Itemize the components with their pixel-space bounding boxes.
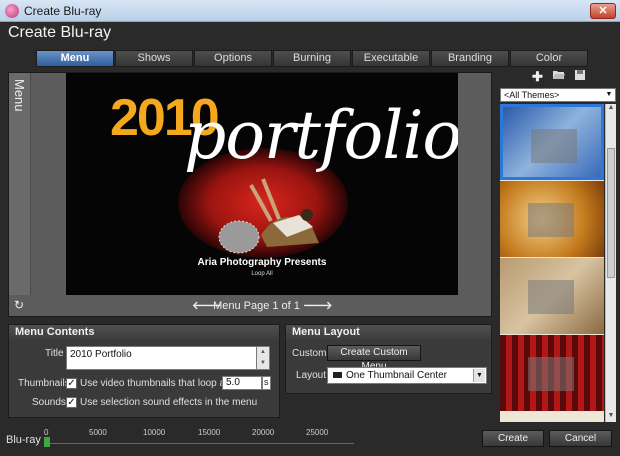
theme-thumb-placeholder xyxy=(528,203,574,237)
theme-thumb-placeholder xyxy=(528,357,574,391)
chevron-down-icon[interactable]: ▼ xyxy=(604,90,614,100)
menu-page-label: Menu Page 1 of 1 xyxy=(213,300,300,312)
layout-select[interactable]: One Thumbnail Center ▼ xyxy=(327,367,487,384)
prev-page-icon[interactable]: 🡐 xyxy=(192,298,222,312)
menu-title-script: portfolio xyxy=(184,97,458,174)
menu-side-label-text: Menu xyxy=(12,79,27,112)
close-button[interactable]: ✕ xyxy=(590,3,616,19)
tab-branding[interactable]: Branding xyxy=(431,50,509,67)
loop-seconds-input[interactable]: 5.0 xyxy=(222,376,262,390)
thumbnails-label: Thumbnails xyxy=(18,378,70,389)
tab-executable[interactable]: Executable xyxy=(352,50,430,67)
theme-item[interactable] xyxy=(500,104,604,180)
disc-type-label: Blu-ray xyxy=(6,434,41,446)
layout-thumb-icon xyxy=(333,372,342,378)
layout-select-value: One Thumbnail Center xyxy=(346,370,447,381)
title-input[interactable]: 2010 Portfolio xyxy=(66,346,270,370)
tab-options[interactable]: Options xyxy=(194,50,272,67)
menu-contents-heading: Menu Contents xyxy=(9,325,279,340)
ruler-tick: 0 xyxy=(44,428,49,437)
disc-usage-ruler: 0 5000 10000 15000 20000 25000 xyxy=(44,426,354,452)
menu-layout-section: Menu Layout Custom Create Custom Menu La… xyxy=(285,324,492,394)
tab-shows[interactable]: Shows xyxy=(115,50,193,67)
menu-subtitle: Aria Photography Presents xyxy=(197,257,327,268)
ruler-line xyxy=(44,443,354,444)
menu-contents-section: Menu Contents Title 2010 Portfolio ▲ ▼ Th… xyxy=(8,324,280,418)
menu-side-label: Menu xyxy=(9,73,31,295)
menu-canvas[interactable]: 2010 portfolio Aria Photography Presents… xyxy=(66,73,458,295)
scroll-thumb[interactable] xyxy=(607,148,615,278)
preview-footer: ↻ 🡐 Menu Page 1 of 1 🡒 xyxy=(9,295,491,316)
save-icon[interactable] xyxy=(574,69,586,84)
refresh-icon[interactable]: ↻ xyxy=(14,298,28,312)
menu-loop-all[interactable]: Loop All xyxy=(66,271,458,277)
cancel-button[interactable]: Cancel xyxy=(549,430,612,447)
scroll-down-icon[interactable]: ▼ xyxy=(606,412,616,422)
app-icon xyxy=(5,4,19,18)
thumbnails-text: Use video thumbnails that loop after xyxy=(80,378,240,389)
title-label: Title xyxy=(45,348,64,359)
chevron-down-icon[interactable]: ▼ xyxy=(473,369,485,382)
ruler-tick: 25000 xyxy=(306,428,329,437)
seconds-unit: s xyxy=(262,376,271,390)
theme-scrollbar[interactable]: ▲ ▼ xyxy=(605,104,616,422)
title-scroll[interactable]: ▲ ▼ xyxy=(256,346,270,370)
theme-toolbar: ✚ xyxy=(500,68,616,86)
theme-item[interactable] xyxy=(500,335,604,411)
menu-layout-heading: Menu Layout xyxy=(286,325,491,340)
ruler-tick: 10000 xyxy=(143,428,166,437)
disc-usage-bar xyxy=(44,437,50,447)
model-photo xyxy=(218,178,319,254)
create-button[interactable]: Create xyxy=(482,430,544,447)
ruler-tick: 5000 xyxy=(89,428,107,437)
sounds-label: Sounds xyxy=(32,397,66,408)
footer-bar: Blu-ray 0 5000 10000 15000 20000 25000 C… xyxy=(0,424,620,456)
ruler-tick: 15000 xyxy=(198,428,221,437)
window-titlebar: Create Blu-ray ✕ xyxy=(0,0,620,22)
page-title: Create Blu-ray xyxy=(8,24,112,41)
add-icon[interactable]: ✚ xyxy=(532,69,543,85)
tab-menu[interactable]: Menu xyxy=(36,50,114,67)
theme-filter-select[interactable]: <All Themes> ▼ xyxy=(500,88,616,102)
layout-label: Layout xyxy=(296,370,327,381)
folder-open-icon[interactable] xyxy=(552,69,566,84)
tab-bar: Menu Shows Options Burning Executable Br… xyxy=(36,50,589,67)
scroll-up-icon[interactable]: ▲ xyxy=(606,104,616,114)
tab-color[interactable]: Color xyxy=(510,50,588,67)
sounds-text: Use selection sound effects in the menu xyxy=(80,397,258,408)
menu-preview-panel: Menu 2010 portfolio Aria Photography Pre… xyxy=(8,72,492,317)
theme-item[interactable] xyxy=(500,181,604,257)
theme-thumb-placeholder xyxy=(528,280,574,314)
window-title: Create Blu-ray xyxy=(24,4,102,18)
theme-thumb-placeholder xyxy=(531,129,577,163)
theme-filter-value: <All Themes> xyxy=(504,90,560,100)
ruler-tick: 20000 xyxy=(252,428,275,437)
thumbnails-checkbox[interactable]: ✓ xyxy=(66,378,77,389)
sounds-checkbox[interactable]: ✓ xyxy=(66,397,77,408)
create-custom-menu-button[interactable]: Create Custom Menu xyxy=(327,345,421,372)
next-page-icon[interactable]: 🡒 xyxy=(303,298,333,312)
menu-pager: 🡐 Menu Page 1 of 1 🡒 xyxy=(192,298,333,312)
tab-burning[interactable]: Burning xyxy=(273,50,351,67)
theme-list xyxy=(500,104,604,422)
custom-label: Custom xyxy=(292,348,327,359)
theme-item[interactable] xyxy=(500,258,604,334)
